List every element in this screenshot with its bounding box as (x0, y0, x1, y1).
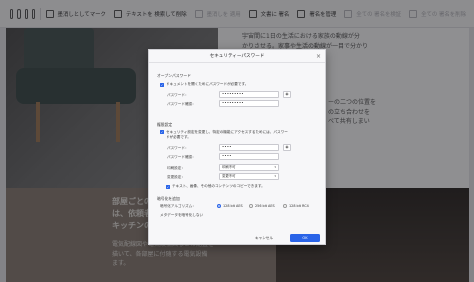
no-metadata-encryption-option[interactable]: メタデータを暗号化しない (160, 213, 203, 218)
permission-check-label-line1: セキュリティ設定を変更し、特定の機能にアクセスするためには、パスワー (166, 130, 288, 134)
checkbox-checked-icon: ✓ (166, 184, 170, 189)
algo-option-128-aes[interactable]: 128 bit AES (217, 204, 243, 208)
permission-check-label-line2: ドが必要です。 (166, 134, 191, 139)
ok-button[interactable]: OK (290, 234, 320, 242)
algo-option-128-rc4[interactable]: 128 bit RC4 (283, 204, 309, 208)
permission-check-text: セキュリティ設定を変更し、特定の機能にアクセスするためには、パスワー ドが必要で… (166, 130, 316, 139)
open-confirm-label: パスワード確認： (167, 102, 196, 106)
checkbox-checked-icon: ✓ (160, 82, 164, 87)
print-setting-value: 印刷不可 (222, 165, 236, 169)
permission-password-input[interactable]: •••• (219, 144, 279, 151)
permission-password-label: パスワード： (167, 146, 189, 150)
show-permission-password-icon[interactable]: ◉ (283, 144, 291, 151)
permission-confirm-label: パスワード確認： (167, 155, 196, 159)
change-setting-value: 変更不可 (222, 174, 236, 178)
chevron-down-icon: ▾ (274, 174, 276, 178)
permission-password-confirm-input[interactable]: •••• (219, 153, 279, 160)
require-open-password-checkbox[interactable]: ✓ ドキュメントを開くためにパスワードが必要です。 (160, 82, 248, 87)
permission-heading: 権限設定 (157, 122, 173, 127)
radio-unselected (249, 204, 253, 208)
security-password-dialog: セキュリティーパスワード × オープンパスワード ✓ ドキュメントを開くためにパ… (148, 49, 326, 245)
radio-selected (217, 204, 221, 208)
require-permission-password-checkbox[interactable]: ✓ セキュリティ設定を変更し、特定の機能にアクセスするためには、パスワー ドが必… (160, 130, 316, 139)
open-password-label: パスワード： (167, 93, 189, 97)
algo-option-256-aes[interactable]: 256 bit AES (249, 204, 275, 208)
radio-unselected (283, 204, 287, 208)
allow-copy-label: テキスト、画像、その他のコンテンツのコピーできます。 (172, 184, 265, 188)
encryption-heading: 暗号化を追加 (157, 196, 180, 201)
algo-option-label: 128 bit AES (223, 204, 243, 208)
open-password-input[interactable]: ••••••••• (219, 91, 279, 98)
show-password-icon[interactable]: ◉ (283, 91, 291, 98)
checkbox-checked-icon: ✓ (160, 130, 164, 134)
require-open-password-label: ドキュメントを開くためにパスワードが必要です。 (166, 82, 249, 86)
cancel-button[interactable]: キャンセル (249, 234, 279, 242)
change-setting-select[interactable]: 変更不可 ▾ (219, 173, 279, 180)
open-password-confirm-input[interactable]: ••••••••• (219, 100, 279, 107)
algo-option-label: 128 bit RC4 (289, 204, 309, 208)
change-setting-label: 変更設定： (167, 175, 185, 179)
print-setting-label: 印刷設定： (167, 166, 185, 170)
open-password-heading: オープンパスワード (157, 73, 191, 78)
dialog-title-bar: セキュリティーパスワード × (149, 50, 325, 63)
chevron-down-icon: ▾ (274, 165, 276, 169)
algorithm-label: 暗号化アルゴリズム： (160, 204, 196, 208)
allow-copy-checkbox[interactable]: ✓ テキスト、画像、その他のコンテンツのコピーできます。 (166, 184, 265, 189)
algo-option-label: 256 bit AES (255, 204, 275, 208)
dialog-title: セキュリティーパスワード (209, 54, 265, 59)
close-icon[interactable]: × (316, 50, 321, 63)
print-setting-select[interactable]: 印刷不可 ▾ (219, 164, 279, 171)
